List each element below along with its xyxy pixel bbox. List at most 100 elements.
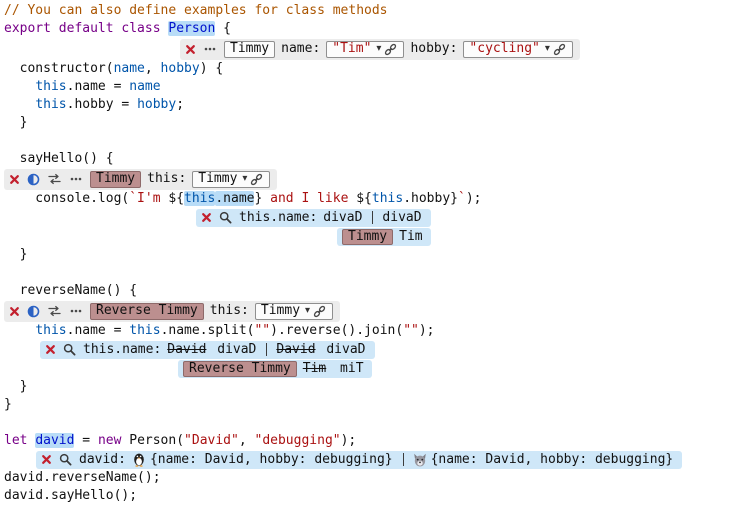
swap-button[interactable] [47, 305, 62, 317]
close-icon [45, 344, 56, 355]
close-icon [185, 44, 196, 55]
code-token: { [215, 21, 231, 36]
example-name-badge[interactable]: Timmy [224, 41, 275, 58]
probe-value: divaD [209, 341, 256, 359]
link-button[interactable] [384, 43, 397, 56]
probe-value: miT [332, 360, 363, 378]
code-token: = [74, 433, 97, 448]
dropdown-value: Timmy [261, 302, 300, 320]
code-line: export default class Person { [4, 20, 749, 38]
close-button[interactable] [9, 306, 20, 317]
link-icon [553, 43, 566, 56]
magnifier-button[interactable] [59, 453, 72, 466]
code-token [4, 79, 35, 94]
field-label: this: [210, 302, 249, 320]
code-line [4, 414, 749, 432]
code-token: Person [168, 21, 215, 36]
link-button[interactable] [313, 305, 326, 318]
code-token: hobby [137, 97, 176, 112]
swap-button[interactable] [47, 173, 62, 185]
magnifier-icon [219, 211, 232, 224]
penguin-instance-icon [132, 452, 146, 467]
code-token: and I like [262, 191, 356, 206]
more-button[interactable] [69, 306, 83, 316]
example-name-badge[interactable]: Timmy [342, 229, 393, 245]
probe-value-group: divaD [323, 209, 362, 227]
value-dropdown[interactable]: "cycling"▾ [463, 41, 572, 58]
code-line: // You can also define examples for clas… [4, 2, 749, 20]
probe-value-group: {name: David, hobby: debugging} [413, 451, 674, 469]
code-line: console.log(`I'm ${this.name} and I like… [4, 190, 749, 208]
close-button[interactable] [9, 174, 20, 185]
link-button[interactable] [553, 43, 566, 56]
close-icon [41, 454, 52, 465]
swap-icon [47, 173, 62, 185]
close-button[interactable] [45, 344, 56, 355]
value-separator [403, 453, 404, 466]
code-line: this.name = this.name.split("").reverse(… [4, 322, 749, 340]
probe-value-group: {name: David, hobby: debugging} [132, 451, 393, 469]
example-row: Timmythis:Timmy▾ [4, 168, 749, 190]
code-line: } [4, 114, 749, 132]
code-token: } [4, 379, 27, 394]
code-token: ); [341, 433, 357, 448]
example-name-badge[interactable]: Reverse Timmy [90, 303, 204, 320]
probe-expression-label: this.name: [239, 209, 317, 227]
more-button[interactable] [69, 174, 83, 184]
code-line: let david = new Person("David", "debuggi… [4, 432, 749, 450]
example-name-badge[interactable]: Reverse Timmy [183, 361, 297, 377]
value-dropdown[interactable]: "Tim"▾ [326, 41, 404, 58]
code-token: david.reverseName(); [4, 470, 161, 485]
code-token: this [129, 323, 160, 338]
example-result-row: TimmyTim [4, 227, 749, 246]
code-token: this [372, 191, 403, 206]
more-options-icon [203, 44, 217, 54]
close-button[interactable] [41, 454, 52, 465]
probe-value: divaD [323, 209, 362, 227]
field-label: name: [281, 40, 320, 58]
code-editor: // You can also define examples for clas… [0, 0, 749, 505]
code-token: "" [254, 323, 270, 338]
close-button[interactable] [201, 212, 212, 223]
probe-value: David [276, 341, 315, 359]
toggle-icon [27, 173, 40, 186]
field-label: hobby: [410, 40, 457, 58]
code-token [4, 323, 35, 338]
code-token: .name = [67, 323, 130, 338]
example-widget: Timmythis:Timmy▾ [4, 169, 277, 190]
link-button[interactable] [250, 173, 263, 186]
value-dropdown[interactable]: Timmy▾ [192, 171, 270, 188]
magnifier-button[interactable] [63, 343, 76, 356]
code-token: console.log( [4, 191, 129, 206]
value-separator [372, 211, 373, 224]
code-token: let [4, 433, 35, 448]
code-line: } [4, 396, 749, 414]
example-result-widget: TimmyTim [337, 228, 431, 246]
example-name-badge[interactable]: Timmy [90, 171, 141, 188]
code-token: david [35, 433, 74, 448]
value-dropdown[interactable]: Timmy ▾ [255, 303, 333, 320]
code-token: } [4, 397, 12, 412]
code-token: "debugging" [255, 433, 341, 448]
more-button[interactable] [203, 44, 217, 54]
code-token: } [450, 191, 458, 206]
toggle-button[interactable] [27, 305, 40, 318]
link-icon [384, 43, 397, 56]
code-token: this [35, 79, 66, 94]
magnifier-button[interactable] [219, 211, 232, 224]
close-icon [201, 212, 212, 223]
code-token: } [4, 115, 27, 130]
example-result-widget: Reverse TimmyTim miT [178, 360, 372, 378]
code-token: reverseName() { [4, 283, 137, 298]
code-line: sayHello() { [4, 150, 749, 168]
chevron-down-icon: ▾ [305, 306, 310, 316]
code-line [4, 132, 749, 150]
magnifier-icon [63, 343, 76, 356]
probe-row: this.name:divaDdivaD [4, 208, 749, 227]
dropdown-value: "cycling" [469, 40, 539, 58]
code-token: .name [215, 191, 254, 206]
toggle-button[interactable] [27, 173, 40, 186]
code-token: .hobby = [67, 97, 137, 112]
close-button[interactable] [185, 44, 196, 55]
probe-value-group: David divaD [167, 341, 256, 359]
